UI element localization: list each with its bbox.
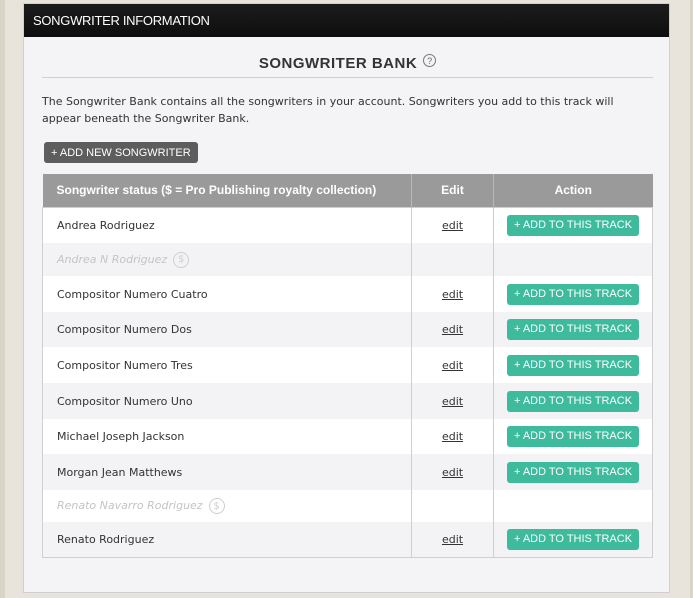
edit-link[interactable]: edit [442, 219, 463, 232]
edit-cell: edit [411, 522, 494, 557]
songwriter-name: Compositor Numero Dos [42, 312, 412, 347]
edit-cell: edit [411, 312, 494, 347]
action-cell [493, 490, 653, 522]
songwriter-name: Renato Navarro Rodriguez [57, 499, 203, 512]
edit-cell [411, 490, 494, 522]
add-to-track-button[interactable]: + ADD TO THIS TRACK [506, 461, 640, 483]
column-header-edit: Edit [411, 174, 494, 207]
table-row: Compositor Numero Tres edit + ADD TO THI… [42, 347, 653, 383]
background-strip-left [0, 0, 5, 598]
column-header-status: Songwriter status ($ = Pro Publishing ro… [42, 174, 412, 207]
dollar-icon: $ [173, 251, 190, 268]
songwriter-name: Morgan Jean Matthews [42, 454, 412, 490]
action-cell: + ADD TO THIS TRACK [493, 454, 653, 490]
add-to-track-button[interactable]: + ADD TO THIS TRACK [506, 528, 640, 550]
add-to-track-button[interactable]: + ADD TO THIS TRACK [506, 426, 640, 447]
songwriter-name: Compositor Numero Cuatro [42, 276, 412, 312]
songwriter-name: Andrea N Rodriguez [57, 252, 168, 266]
add-to-track-button[interactable]: + ADD TO THIS TRACK [506, 319, 640, 340]
songwriter-name-cell: Renato Navarro Rodriguez $ [42, 490, 412, 522]
add-to-track-button[interactable]: + ADD TO THIS TRACK [506, 214, 640, 236]
column-header-action: Action [493, 174, 653, 207]
table-row: Morgan Jean Matthews edit + ADD TO THIS … [42, 454, 653, 490]
songwriter-name: Renato Rodriguez [42, 522, 412, 557]
action-cell: + ADD TO THIS TRACK [493, 383, 653, 419]
songwriter-name: Michael Joseph Jackson [42, 419, 412, 454]
edit-cell: edit [411, 347, 494, 383]
action-cell: + ADD TO THIS TRACK [493, 522, 653, 557]
edit-link[interactable]: edit [442, 323, 463, 336]
edit-cell: edit [411, 276, 494, 312]
edit-cell [411, 243, 494, 276]
help-icon[interactable]: ? [423, 54, 437, 67]
songwriter-name: Andrea Rodriguez [42, 207, 412, 243]
edit-link[interactable]: edit [442, 359, 463, 372]
table-header-row: Songwriter status ($ = Pro Publishing ro… [42, 174, 653, 207]
songwriter-name: Compositor Numero Uno [42, 383, 412, 419]
edit-cell: edit [411, 454, 494, 490]
table-row: Andrea N Rodriguez $ [42, 243, 653, 276]
edit-link[interactable]: edit [442, 533, 463, 546]
songwriter-name: Compositor Numero Tres [42, 347, 412, 383]
table-row: Renato Rodriguez edit + ADD TO THIS TRAC… [42, 522, 653, 557]
songwriter-bank-description: The Songwriter Bank contains all the son… [42, 95, 614, 125]
edit-cell: edit [411, 419, 494, 454]
dollar-icon: $ [208, 498, 225, 514]
action-cell: + ADD TO THIS TRACK [493, 347, 653, 383]
songwriter-bank-title: SONGWRITER BANK [258, 55, 418, 72]
add-to-track-button[interactable]: + ADD TO THIS TRACK [506, 283, 640, 305]
songwriter-information-panel: SONGWRITER INFORMATION SONGWRITER BANK ?… [23, 3, 670, 593]
action-cell: + ADD TO THIS TRACK [493, 207, 653, 243]
action-cell: + ADD TO THIS TRACK [493, 312, 653, 347]
table-row: Compositor Numero Uno edit + ADD TO THIS… [42, 383, 653, 419]
action-cell: + ADD TO THIS TRACK [493, 276, 653, 312]
songwriter-table: Songwriter status ($ = Pro Publishing ro… [42, 174, 653, 558]
edit-link[interactable]: edit [442, 288, 463, 301]
edit-link[interactable]: edit [442, 466, 463, 479]
add-to-track-button[interactable]: + ADD TO THIS TRACK [506, 390, 640, 412]
edit-cell: edit [411, 207, 494, 243]
table-row: Compositor Numero Cuatro edit + ADD TO T… [42, 276, 653, 312]
table-row: Andrea Rodriguez edit + ADD TO THIS TRAC… [42, 207, 653, 243]
table-row: Compositor Numero Dos edit + ADD TO THIS… [42, 312, 653, 347]
edit-cell: edit [411, 383, 494, 419]
table-row: Michael Joseph Jackson edit + ADD TO THI… [42, 419, 653, 454]
edit-link[interactable]: edit [442, 395, 463, 408]
songwriter-bank-heading: SONGWRITER BANK ? [42, 52, 653, 78]
add-new-songwriter-button[interactable]: + ADD NEW SONGWRITER [44, 142, 198, 163]
edit-link[interactable]: edit [442, 430, 463, 443]
action-cell [493, 243, 653, 276]
add-to-track-button[interactable]: + ADD TO THIS TRACK [506, 354, 640, 376]
action-cell: + ADD TO THIS TRACK [493, 419, 653, 454]
table-row: Renato Navarro Rodriguez $ [42, 490, 653, 522]
songwriter-name-cell: Andrea N Rodriguez $ [42, 243, 412, 276]
panel-header: SONGWRITER INFORMATION [24, 4, 669, 37]
